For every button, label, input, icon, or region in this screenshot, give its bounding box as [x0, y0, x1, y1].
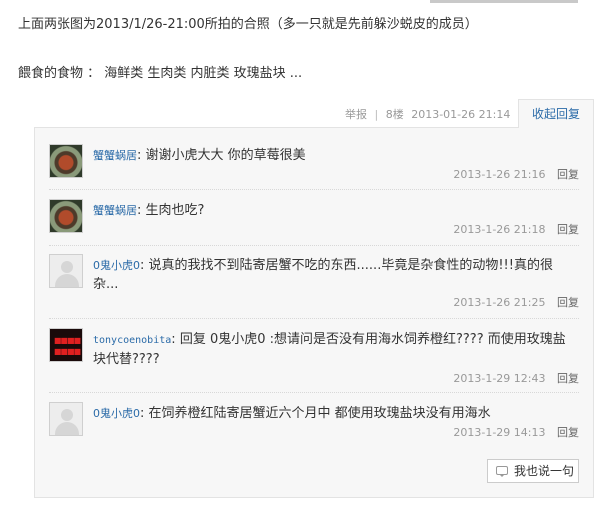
comment-colon: : — [137, 148, 142, 163]
post-text-line-1: 上面两张图为2013/1/26-21:00所拍的合照（多一只就是先前躲沙蜕皮的成… — [18, 17, 478, 32]
collapse-replies-button[interactable]: 收起回复 — [518, 99, 594, 128]
floor-number: 8楼 — [385, 108, 404, 121]
floor-meta: 举报 | 8楼 2013-01-26 21:14 — [345, 106, 510, 122]
comment-meta: 2013-1-26 21:18 回复 — [453, 221, 579, 237]
comment-colon: : — [171, 332, 176, 347]
comment-body: 蟹蟹蜗居: 生肉也吃? — [93, 201, 573, 220]
reply-link[interactable]: 回复 — [557, 168, 579, 181]
meta-separator: | — [374, 108, 379, 121]
comment-colon: : — [137, 203, 142, 218]
post-date: 2013-01-26 21:14 — [411, 108, 511, 121]
comment-username[interactable]: 蟹蟹蜗居 — [93, 204, 137, 217]
comment-item: ■■■■ ■■■■ tonycoenobita: 回复 0鬼小虎0 :想请问是否没… — [49, 328, 579, 386]
comment-text: 生肉也吃? — [145, 203, 205, 218]
avatar-head-shape — [61, 409, 73, 421]
reply-link[interactable]: 回复 — [557, 426, 579, 439]
comment-meta: 2013-1-29 14:13 回复 — [453, 424, 579, 440]
post-text-line-2: 餵食的食物 ： 海鲜类 生肉类 内脏类 玫瑰盐块 ... — [18, 66, 303, 81]
avatar-body-shape — [55, 274, 79, 287]
comment-item: 蟹蟹蜗居: 谢谢小虎大大 你的草莓很美 2013-1-26 21:16 回复 — [49, 144, 579, 184]
comment-time: 2013-1-29 12:43 — [453, 372, 546, 385]
reply-link[interactable]: 回复 — [557, 223, 579, 236]
comment-username[interactable]: 0鬼小虎0 — [93, 259, 140, 272]
comment-colon: : — [140, 258, 145, 273]
comment-body: 0鬼小虎0: 说真的我找不到陆寄居蟹不吃的东西......毕竟是杂食性的动物!!… — [93, 256, 568, 294]
comment-time: 2013-1-29 14:13 — [453, 426, 546, 439]
avatar[interactable] — [49, 402, 83, 436]
comment-meta: 2013-1-26 21:16 回复 — [453, 166, 579, 182]
comment-item: 0鬼小虎0: 说真的我找不到陆寄居蟹不吃的东西......毕竟是杂食性的动物!!… — [49, 254, 579, 312]
comment-body: 蟹蟹蜗居: 谢谢小虎大大 你的草莓很美 — [93, 146, 573, 165]
comment-text: 谢谢小虎大大 你的草莓很美 — [145, 148, 306, 163]
comment-item: 蟹蟹蜗居: 生肉也吃? 2013-1-26 21:18 回复 — [49, 199, 579, 239]
comment-divider — [49, 318, 579, 319]
avatar[interactable] — [49, 254, 83, 288]
comment-text: 在饲养橙红陆寄居蟹近六个月中 都使用玫瑰盐块没有用海水 — [148, 406, 491, 421]
comment-time: 2013-1-26 21:18 — [453, 223, 546, 236]
reply-link[interactable]: 回复 — [557, 372, 579, 385]
reply-link[interactable]: 回复 — [557, 296, 579, 309]
comment-colon: : — [140, 406, 145, 421]
reply-panel: 蟹蟹蜗居: 谢谢小虎大大 你的草莓很美 2013-1-26 21:16 回复 蟹… — [34, 127, 594, 498]
comment-meta: 2013-1-29 12:43 回复 — [453, 370, 579, 386]
comment-divider — [49, 245, 579, 246]
speech-bubble-icon — [496, 466, 508, 477]
comment-divider — [49, 392, 579, 393]
comment-body: 0鬼小虎0: 在饲养橙红陆寄居蟹近六个月中 都使用玫瑰盐块没有用海水 — [93, 404, 573, 423]
report-link[interactable]: 举报 — [345, 108, 367, 121]
top-border — [430, 0, 578, 3]
comment-item: 0鬼小虎0: 在饲养橙红陆寄居蟹近六个月中 都使用玫瑰盐块没有用海水 2013-… — [49, 402, 579, 442]
comment-time: 2013-1-26 21:16 — [453, 168, 546, 181]
comment-username[interactable]: 蟹蟹蜗居 — [93, 149, 137, 162]
avatar-head-shape — [61, 261, 73, 273]
comment-text: 说真的我找不到陆寄居蟹不吃的东西......毕竟是杂食性的动物!!!真的很杂..… — [93, 258, 553, 292]
say-something-button[interactable]: 我也说一句 — [487, 459, 579, 483]
comment-divider — [49, 189, 579, 190]
comment-time: 2013-1-26 21:25 — [453, 296, 546, 309]
comment-meta: 2013-1-26 21:25 回复 — [453, 294, 579, 310]
comment-body: tonycoenobita: 回复 0鬼小虎0 :想请问是否没有用海水饲养橙红?… — [93, 330, 568, 369]
avatar[interactable]: ■■■■ ■■■■ — [49, 328, 83, 362]
avatar[interactable] — [49, 199, 83, 233]
avatar-logo-glyph: ■■■■ ■■■■ — [53, 336, 81, 356]
say-something-label: 我也说一句 — [514, 464, 575, 478]
comment-username[interactable]: tonycoenobita — [93, 335, 171, 346]
avatar-body-shape — [55, 422, 79, 435]
comment-username[interactable]: 0鬼小虎0 — [93, 407, 140, 420]
avatar[interactable] — [49, 144, 83, 178]
